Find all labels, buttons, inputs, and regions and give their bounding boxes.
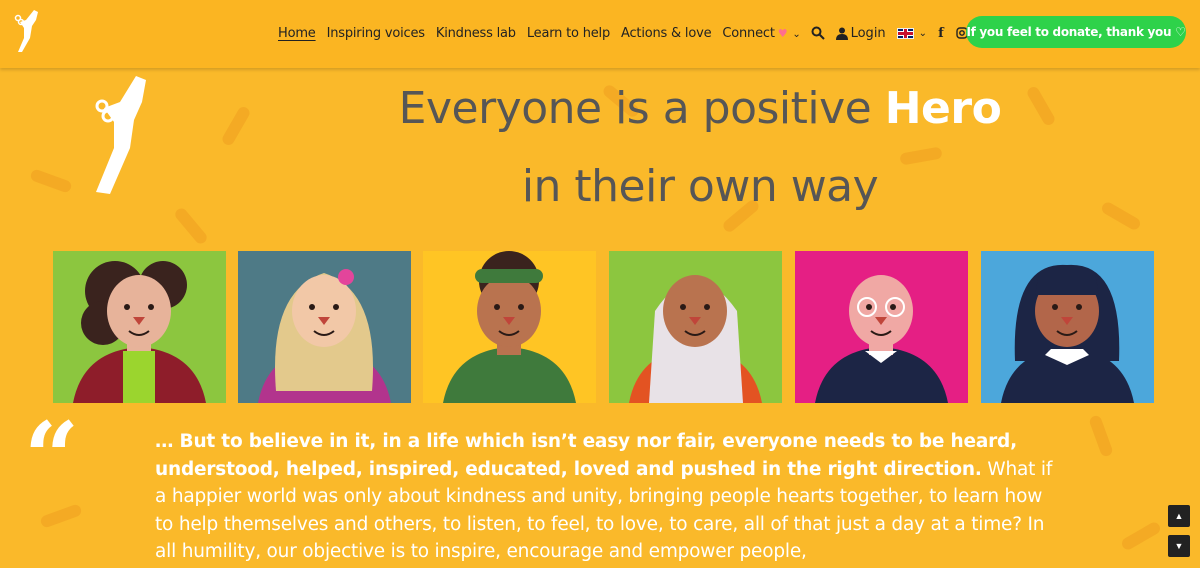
portrait-bald-man-glasses (795, 251, 968, 403)
portrait-woman-curly-hair (53, 251, 226, 403)
portrait-blonde-woman (238, 251, 411, 403)
headline-line-1: Everyone is a positive Hero (300, 70, 1100, 148)
search-icon (811, 26, 825, 40)
portrait-girl-bangs-illustration (981, 251, 1154, 403)
top-navbar: Home Inspiring voices Kindness lab Learn… (0, 0, 1200, 68)
mission-quote: … But to believe in it, in a life which … (155, 428, 1055, 566)
nav-kindness-lab[interactable]: Kindness lab (436, 26, 516, 41)
hero-figure-icon (95, 76, 146, 194)
chevron-down-icon: ⌄ (918, 27, 928, 39)
portrait-blonde-woman-illustration (238, 251, 411, 403)
scroll-down-button[interactable]: ▼ (1168, 535, 1190, 557)
nav-actions-love[interactable]: Actions & love (621, 26, 712, 41)
portrait-man-headband-illustration (423, 251, 596, 403)
nav-connect-label: Connect (722, 25, 775, 41)
scroll-up-button[interactable]: ▲ (1168, 505, 1190, 527)
heart-icon: ♥ (777, 26, 788, 40)
donate-button[interactable]: If you feel to donate, thank you ♡ (966, 16, 1186, 48)
portrait-man-headband (423, 251, 596, 403)
nav-learn-to-help[interactable]: Learn to help (527, 26, 610, 41)
portrait-woman-curly-hair-illustration (53, 251, 226, 403)
portrait-girl-bangs (981, 251, 1154, 403)
arrow-down-icon: ▼ (1174, 541, 1184, 551)
headline-prefix: Everyone is a positive (398, 83, 885, 134)
portrait-woman-hijab (609, 251, 782, 403)
nav-connect[interactable]: Connect ♥ ⌄ (722, 26, 800, 41)
arrow-up-icon: ▲ (1174, 511, 1184, 521)
nav-inspiring-voices[interactable]: Inspiring voices (327, 26, 425, 41)
headline-hero-word: Hero (884, 83, 1002, 134)
quote-icon: “ (24, 401, 80, 514)
main-navigation: Home Inspiring voices Kindness lab Learn… (278, 22, 979, 44)
quote-bold-text: … But to believe in it, in a life which … (155, 431, 1017, 480)
language-selector[interactable]: ⌄ (896, 27, 928, 39)
login-button[interactable]: Login (835, 25, 886, 41)
hero-logo-icon[interactable] (12, 8, 46, 56)
portraits-row (53, 251, 1154, 403)
login-label: Login (850, 25, 886, 41)
portrait-woman-hijab-illustration (609, 251, 782, 403)
search-button[interactable] (811, 26, 825, 40)
uk-flag-icon (896, 27, 914, 39)
portrait-bald-man-glasses-illustration (795, 251, 968, 403)
facebook-icon[interactable]: f (938, 26, 944, 41)
hero-headline: Everyone is a positive Hero in their own… (300, 70, 1100, 226)
headline-line-2: in their own way (521, 161, 879, 212)
user-icon (835, 27, 848, 40)
nav-home[interactable]: Home (278, 26, 316, 41)
chevron-down-icon: ⌄ (792, 28, 801, 40)
